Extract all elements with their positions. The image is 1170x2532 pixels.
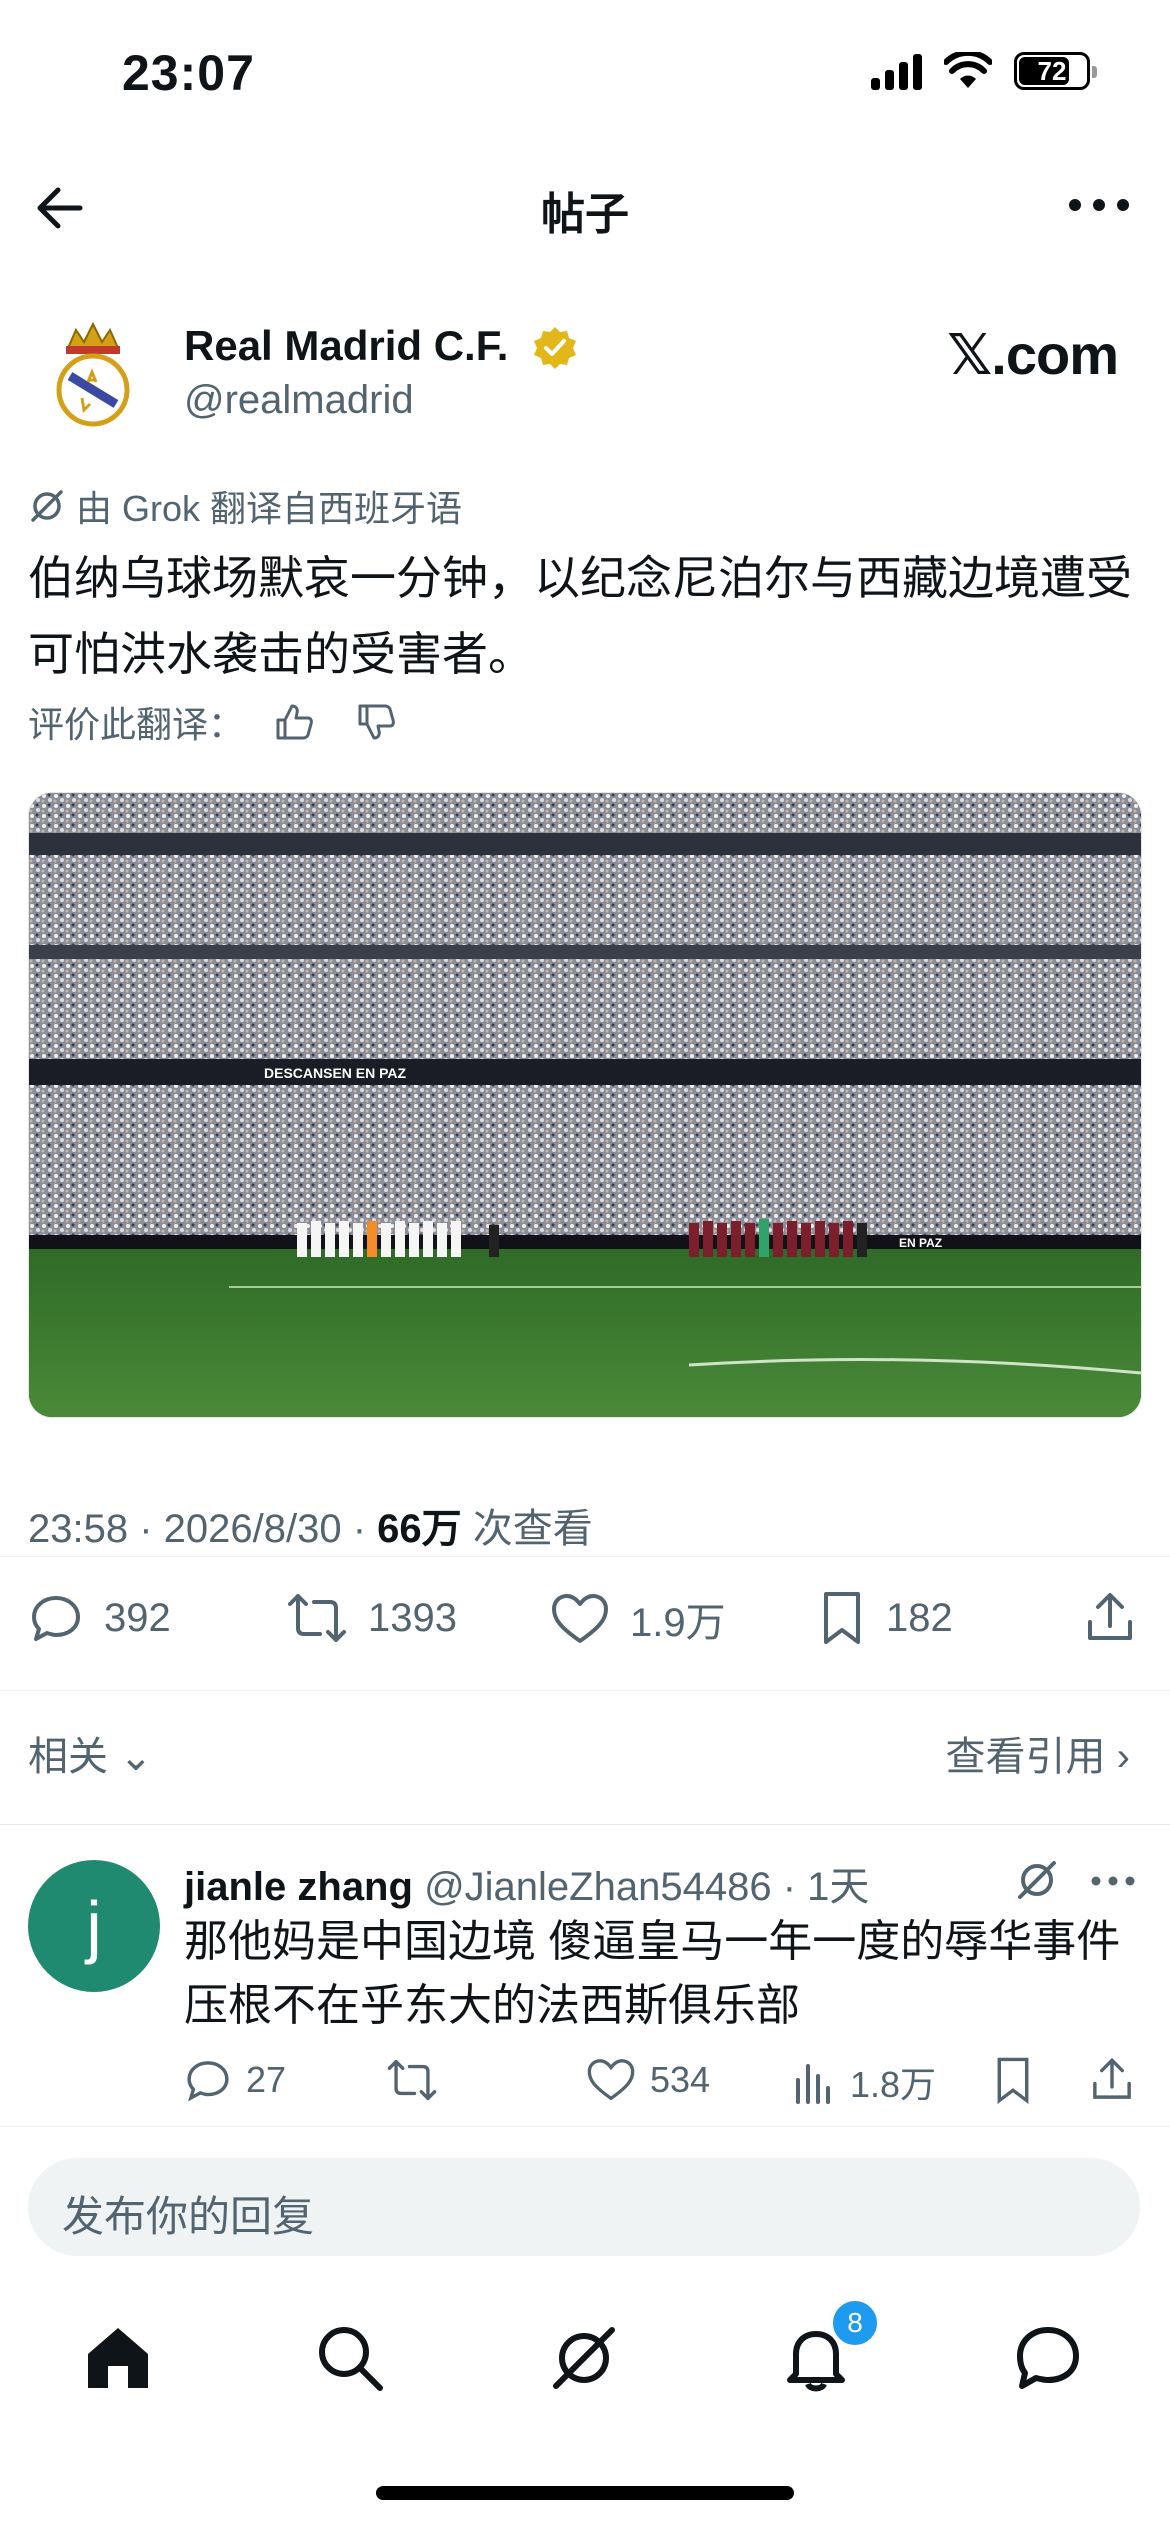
image-board-text: EN PAZ (899, 1236, 942, 1250)
messages-icon[interactable] (1008, 2318, 1088, 2398)
reply-time: · 1天 (782, 1865, 870, 1909)
reply-view-count: 1.8万 (850, 2064, 937, 2105)
bookmark-icon (997, 2057, 1029, 2104)
repost-icon (387, 2059, 437, 2101)
notifications-badge: 8 (830, 2298, 880, 2348)
reply-more-options-icon[interactable] (1088, 1866, 1138, 1896)
like-button[interactable]: 1.9万 (550, 1590, 726, 1648)
share-icon (1093, 2057, 1131, 2099)
reply-text: 那他妈是中国边境 傻逼皇马一年一度的辱华事件压根不在乎东大的法西斯俱乐部 (184, 1917, 1121, 2030)
author-handle[interactable]: @realmadrid (184, 378, 414, 423)
post-actions: 392 1393 1.9万 182 (28, 1590, 1142, 1660)
reply-author-name[interactable]: jianle zhang (184, 1865, 413, 1909)
cellular-signal-icon (871, 52, 922, 90)
more-options-icon[interactable] (1066, 190, 1132, 220)
grok-icon[interactable] (1012, 1855, 1062, 1905)
page-title: 帖子 (541, 190, 629, 239)
post-metadata: 23:58 · 2026/8/30 · 66万 次查看 (28, 1496, 593, 1554)
repost-button[interactable]: 1393 (286, 1590, 457, 1646)
chevron-down-icon: ⌄ (119, 1735, 153, 1779)
analytics-icon (796, 2064, 830, 2104)
reply-views-button[interactable]: 1.8万 (792, 2056, 936, 2108)
reply-compose-placeholder: 发布你的回复 (62, 2193, 315, 2240)
chevron-right-icon: › (1116, 1735, 1130, 1779)
battery-level: 72 (1037, 55, 1067, 86)
home-icon[interactable] (78, 2318, 158, 2398)
translation-note-text: 由 Grok 翻译自西班牙语 (76, 488, 463, 529)
bookmark-count: 182 (886, 1595, 953, 1640)
home-indicator (376, 2486, 794, 2500)
reply-author-handle[interactable]: @JianleZhan54486 (424, 1865, 772, 1909)
reply-actions: 27 534 1.8万 (184, 2056, 1144, 2116)
reply-header: jianle zhang @JianleZhan54486 · 1天 (184, 1854, 869, 1912)
reply-repost-button[interactable] (386, 2056, 438, 2104)
wifi-icon (944, 52, 992, 88)
battery-icon: 72 (1014, 52, 1097, 90)
status-icons: 72 (871, 52, 1097, 90)
reply-avatar[interactable]: j (28, 1860, 160, 1992)
repost-icon (288, 1594, 346, 1642)
bookmark-icon (824, 1592, 860, 1644)
author-name[interactable]: Real Madrid C.F. (184, 322, 508, 370)
related-label: 相关 (28, 1735, 108, 1779)
rate-translation: 评价此翻译： (28, 696, 398, 748)
thumbs-down-icon[interactable] (354, 700, 398, 744)
reply-bookmark-button[interactable] (992, 2056, 1034, 2104)
reply-like-button[interactable]: 534 (586, 2056, 710, 2104)
reply-button[interactable]: 392 (28, 1590, 171, 1646)
translation-note: 由 Grok 翻译自西班牙语 (28, 480, 462, 532)
repost-count: 1393 (368, 1595, 457, 1640)
reply-icon (32, 1596, 80, 1641)
like-count: 1.9万 (630, 1601, 726, 1645)
reply-like-count: 534 (650, 2059, 711, 2100)
grok-tab-icon[interactable] (544, 2318, 624, 2398)
verified-badge-icon (534, 327, 576, 369)
tweet-text: 伯纳乌球场默哀一分钟，以纪念尼泊尔与西藏边境遭受可怕洪水袭击的受害者。 (28, 552, 1132, 680)
view-quotes-link[interactable]: 查看引用 › (946, 1724, 1130, 1782)
share-icon (1088, 1593, 1132, 1640)
bookmark-button[interactable]: 182 (818, 1590, 953, 1646)
post-timestamp: 23:58 · 2026/8/30 · (28, 1507, 378, 1551)
x-com-watermark: 𝕏.com (947, 323, 1119, 386)
search-icon[interactable] (310, 2318, 390, 2398)
thumbs-up-icon[interactable] (272, 700, 316, 744)
reply-reply-button[interactable]: 27 (184, 2056, 286, 2104)
view-count-suffix: 次查看 (461, 1507, 593, 1551)
reply-share-button[interactable] (1088, 2056, 1136, 2104)
tweet-image-stadium[interactable]: DESCANSEN EN PAZ EN PAZ (28, 792, 1142, 1418)
heart-icon (587, 2059, 635, 2101)
view-quotes-label: 查看引用 (945, 1735, 1106, 1779)
related-toggle[interactable]: 相关 ⌄ (28, 1724, 153, 1782)
reply-reply-count: 27 (246, 2059, 287, 2100)
status-time: 23:07 (122, 45, 255, 101)
reply-count: 392 (104, 1595, 171, 1640)
real-madrid-crest-avatar[interactable] (48, 318, 138, 430)
grok-icon (31, 490, 63, 522)
rate-translation-label: 评价此翻译： (28, 704, 245, 745)
image-banner-text: DESCANSEN EN PAZ (264, 1065, 407, 1081)
heart-icon (552, 1594, 608, 1643)
view-count: 66万 (377, 1507, 462, 1551)
reply-icon (187, 2061, 229, 2102)
share-button[interactable] (1082, 1590, 1138, 1646)
